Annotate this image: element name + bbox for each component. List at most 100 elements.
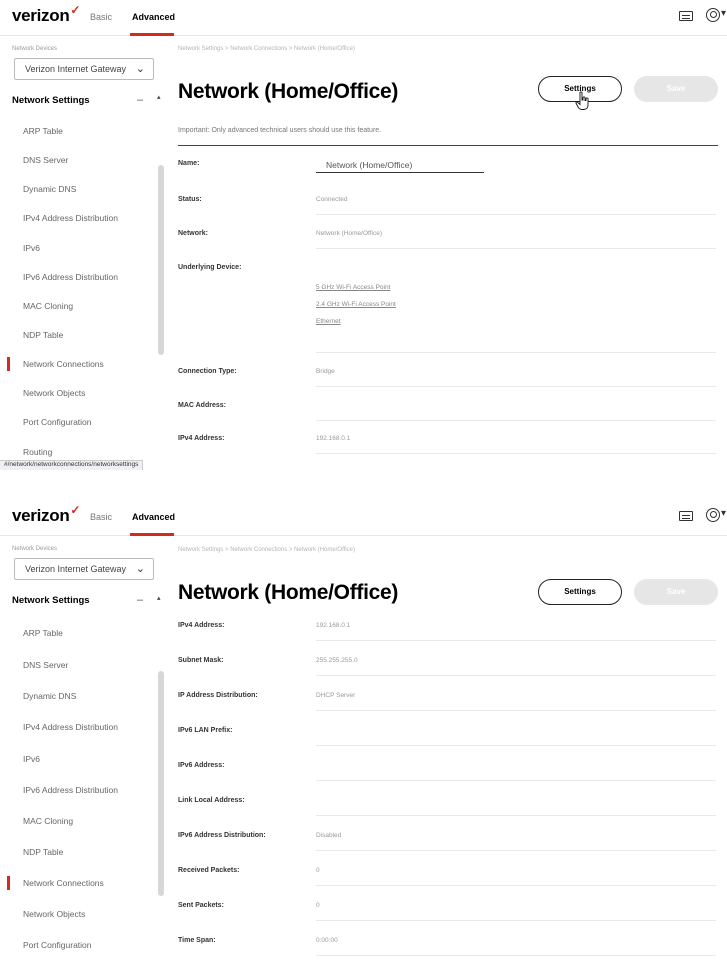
screenshot-panel-top: verizon✓ Basic Advanced ▾ Network Device… [0,0,727,470]
ipv6-lan-prefix-label: IPv6 LAN Prefix: [178,727,233,734]
sidebar: Network Devices Verizon Internet Gateway… [0,37,168,470]
row-divider [316,920,716,921]
scroll-up-arrow-icon[interactable]: ▴ [157,93,161,101]
sidebar-scrollbar[interactable] [158,165,164,355]
row-divider [316,420,716,421]
ipv6-distribution-label: IPv6 Address Distribution: [178,832,266,839]
sidebar-item-network-connections[interactable]: Network Connections [23,359,104,369]
sidebar-item-ipv4-distribution[interactable]: IPv4 Address Distribution [23,722,118,732]
sidebar-group-network-settings[interactable]: Network Settings [12,95,90,106]
verizon-logo[interactable]: verizon✓ [12,503,81,526]
sidebar-item-dynamic-dns[interactable]: Dynamic DNS [23,691,76,701]
important-note: Important: Only advanced technical users… [178,127,382,134]
sidebar-device-label: Network Devices [12,46,58,52]
chevron-down-icon: ⌄ [135,563,145,575]
breadcrumb[interactable]: Network Settings > Network Connections >… [178,547,355,553]
keyboard-icon[interactable] [679,11,693,21]
sidebar-item-ndp-table[interactable]: NDP Table [23,330,63,340]
sidebar-scrollbar[interactable] [158,671,164,896]
sidebar-item-network-objects[interactable]: Network Objects [23,909,85,919]
save-button[interactable]: Save [634,76,718,102]
ipv4-address-value: 192.168.0.1 [316,435,351,442]
row-divider [316,710,716,711]
device-select[interactable]: Verizon Internet Gateway ⌄ [14,58,154,80]
device-link-ethernet[interactable]: Ethernet [316,318,341,325]
collapse-icon[interactable]: – [137,594,143,606]
note-divider [178,145,718,146]
name-label: Name: [178,160,200,167]
name-input[interactable] [316,151,484,173]
network-label: Network: [178,230,208,237]
ip-distribution-label: IP Address Distribution: [178,692,258,699]
chevron-down-icon: ⌄ [135,63,145,75]
scroll-up-arrow-icon[interactable]: ▴ [157,594,161,602]
device-link-5ghz[interactable]: 5 GHz Wi-Fi Access Point [316,284,390,291]
sidebar-item-ipv4-distribution[interactable]: IPv4 Address Distribution [23,213,118,223]
sidebar-item-network-connections[interactable]: Network Connections [23,878,104,888]
verizon-logo[interactable]: verizon✓ [12,3,80,26]
ipv4-address-label: IPv4 Address: [178,435,225,442]
settings-button[interactable]: Settings [538,579,622,605]
sidebar-item-dns-server[interactable]: DNS Server [23,155,68,165]
save-button[interactable]: Save [634,579,718,605]
sidebar-item-ipv6-distribution[interactable]: IPv6 Address Distribution [23,785,118,795]
row-divider [316,386,716,387]
top-nav-bar: verizon✓ Basic Advanced ▾ [0,500,727,536]
sent-packets-label: Sent Packets: [178,902,224,909]
row-divider [316,850,716,851]
row-divider [316,248,716,249]
sidebar-item-arp-table[interactable]: ARP Table [23,126,63,136]
network-value: Network (Home/Office) [316,230,382,237]
user-icon[interactable] [706,8,720,22]
active-tab-underline [130,533,174,536]
row-divider [316,640,716,641]
sidebar-item-ndp-table[interactable]: NDP Table [23,847,63,857]
sidebar-item-network-objects[interactable]: Network Objects [23,388,85,398]
sidebar-item-dynamic-dns[interactable]: Dynamic DNS [23,184,76,194]
sidebar-item-routing[interactable]: Routing [23,447,52,457]
sidebar-item-mac-cloning[interactable]: MAC Cloning [23,816,73,826]
sent-packets-value: 0 [316,902,320,909]
link-local-address-label: Link Local Address: [178,797,245,804]
tab-advanced[interactable]: Advanced [132,12,175,22]
tab-advanced[interactable]: Advanced [132,512,175,522]
sidebar-item-dns-server[interactable]: DNS Server [23,660,68,670]
sidebar-item-arp-table[interactable]: ARP Table [23,628,63,638]
connection-type-value: Bridge [316,368,335,375]
device-link-24ghz[interactable]: 2.4 GHz Wi-Fi Access Point [316,301,396,308]
screenshot-panel-bottom: verizon✓ Basic Advanced ▾ Network Device… [0,500,727,969]
sidebar-item-ipv6[interactable]: IPv6 [23,243,40,253]
breadcrumb[interactable]: Network Settings > Network Connections >… [178,46,355,52]
ipv6-distribution-value: Disabled [316,832,342,839]
status-value: Connected [316,196,348,203]
keyboard-icon[interactable] [679,511,693,521]
row-divider [316,453,716,454]
tab-basic[interactable]: Basic [90,512,112,522]
hand-cursor-icon [575,91,589,110]
sidebar-active-indicator [7,357,10,371]
user-menu-chevron-icon[interactable]: ▾ [721,508,726,519]
verizon-check-icon: ✓ [70,503,81,517]
time-span-value: 0:00:00 [316,937,338,944]
sidebar-item-port-configuration[interactable]: Port Configuration [23,417,92,427]
status-label: Status: [178,196,202,203]
sidebar-group-network-settings[interactable]: Network Settings [12,595,90,606]
subnet-mask-label: Subnet Mask: [178,657,224,664]
collapse-icon[interactable]: – [137,94,143,106]
sidebar: Network Devices Verizon Internet Gateway… [0,537,168,969]
sidebar-device-label: Network Devices [12,546,58,552]
user-menu-chevron-icon[interactable]: ▾ [721,8,726,19]
user-icon[interactable] [706,508,720,522]
connection-type-label: Connection Type: [178,368,237,375]
device-select[interactable]: Verizon Internet Gateway ⌄ [14,558,154,580]
ip-distribution-value: DHCP Server [316,692,356,699]
sidebar-item-mac-cloning[interactable]: MAC Cloning [23,301,73,311]
tab-basic[interactable]: Basic [90,12,112,22]
active-tab-underline [130,33,174,36]
received-packets-value: 0 [316,867,320,874]
sidebar-item-ipv6[interactable]: IPv6 [23,754,40,764]
sidebar-item-ipv6-distribution[interactable]: IPv6 Address Distribution [23,272,118,282]
page-title: Network (Home/Office) [178,581,399,604]
time-span-label: Time Span: [178,937,216,944]
sidebar-item-port-configuration[interactable]: Port Configuration [23,940,92,950]
